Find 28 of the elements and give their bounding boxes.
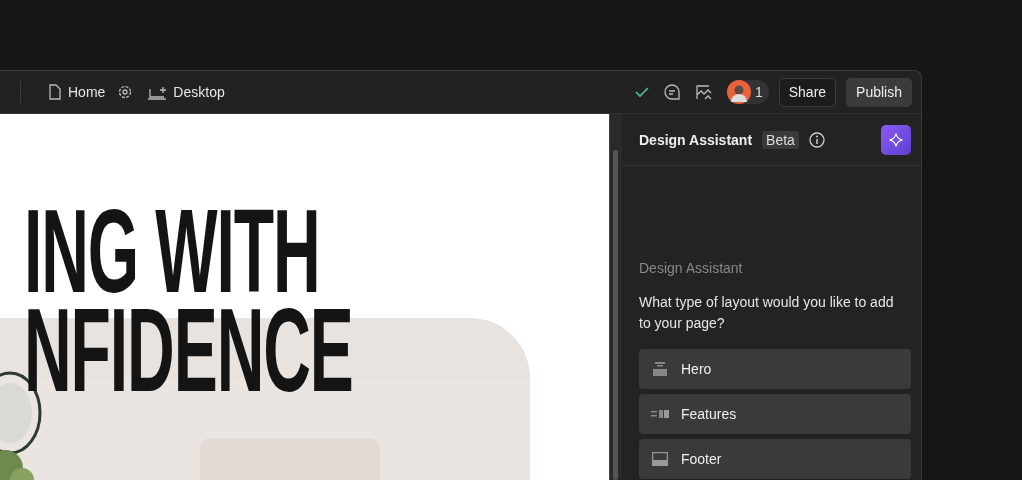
check-icon [634,86,649,98]
scrollbar[interactable] [609,114,622,480]
layout-option[interactable]: Hero [639,349,911,389]
device-name[interactable]: Desktop [173,84,225,100]
features-layout-icon [651,409,669,419]
avatar[interactable] [726,80,751,104]
page-name[interactable]: Home [68,84,106,100]
page-icon [48,84,62,100]
publish-button[interactable]: Publish [846,77,912,107]
share-button[interactable]: Share [778,77,837,107]
footer-layout-icon [651,452,669,466]
beta-badge: Beta [762,130,799,149]
section-label: Design Assistant [639,260,744,276]
comment-icon[interactable] [662,83,681,101]
info-icon[interactable] [808,131,825,148]
desktop-icon [147,84,168,100]
sparkle-icon [889,132,903,147]
settings-icon[interactable] [117,84,134,100]
sparkle-button[interactable] [881,124,911,155]
collaborator-count: 1 [754,84,763,100]
headline-line: NFIDENCE [24,301,353,400]
panel-title: Design Assistant [639,131,753,148]
layout-option[interactable]: Features [639,394,911,434]
headline-line: ING WITH [24,202,320,301]
annotate-icon[interactable] [694,83,713,101]
hero-layout-icon [651,361,669,377]
question-text: What type of layout would you like to add to your page? [639,293,895,333]
layout-option[interactable]: Footer [639,439,911,479]
